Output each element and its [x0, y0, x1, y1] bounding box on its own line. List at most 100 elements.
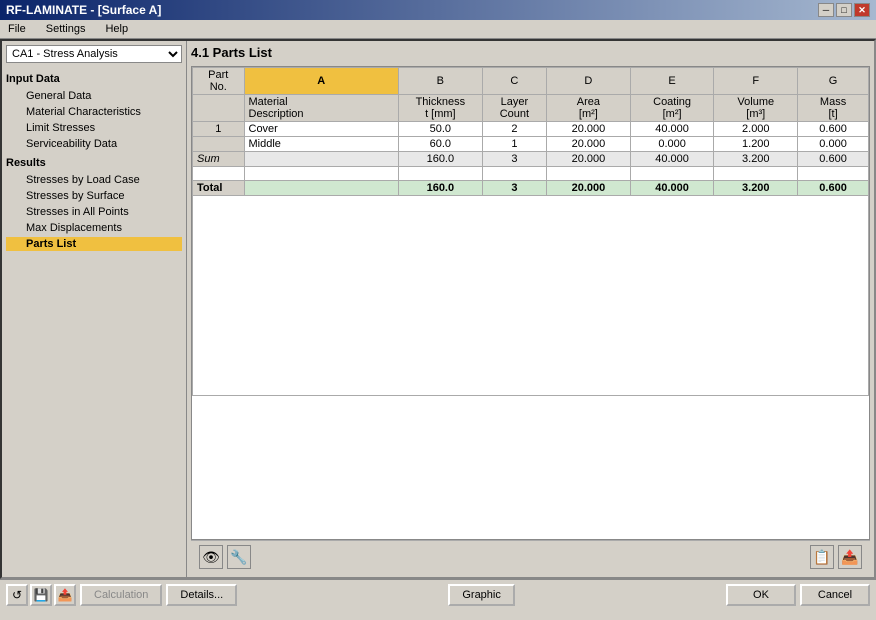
cell-area: 20.000	[547, 137, 631, 152]
sidebar-item-parts-list[interactable]: Parts List	[6, 237, 182, 251]
menu-help[interactable]: Help	[101, 22, 132, 36]
cell-mass: 0.600	[798, 122, 869, 137]
input-data-label: Input Data	[6, 73, 182, 85]
cell-thickness: 60.0	[399, 137, 483, 152]
view-button[interactable]: 👁	[199, 545, 223, 569]
cell-mass: 0.000	[798, 137, 869, 152]
cell-coating: 40.000	[630, 122, 714, 137]
header-col-f: F	[714, 68, 798, 95]
header-coating: Coating[m²]	[630, 95, 714, 122]
export-table-button[interactable]: 📋	[810, 545, 834, 569]
cell-desc	[244, 181, 399, 196]
header-material-desc: MaterialDescription	[244, 95, 399, 122]
header-col-e: E	[630, 68, 714, 95]
table-row: 1 Cover 50.0 2 20.000 40.000 2.000 0.600	[193, 122, 869, 137]
table-bottom-toolbar: 👁 🔧 📋 📤	[191, 540, 870, 573]
cell-thickness: 50.0	[399, 122, 483, 137]
main-container: CA1 - Stress Analysis Input Data General…	[0, 39, 876, 579]
cell-empty	[482, 167, 546, 181]
left-panel: CA1 - Stress Analysis Input Data General…	[2, 41, 187, 577]
cell-volume: 2.000	[714, 122, 798, 137]
graphic-button[interactable]: Graphic	[448, 584, 515, 606]
col-desc-row: MaterialDescription Thicknesst [mm] Laye…	[193, 95, 869, 122]
sidebar-item-serviceability-data[interactable]: Serviceability Data	[6, 137, 182, 151]
sidebar-item-general-data[interactable]: General Data	[6, 89, 182, 103]
cell-volume: 3.200	[714, 152, 798, 167]
header-col-d: D	[547, 68, 631, 95]
menu-settings[interactable]: Settings	[42, 22, 90, 36]
cell-mass: 0.600	[798, 181, 869, 196]
cell-area: 20.000	[547, 181, 631, 196]
cell-empty	[244, 167, 399, 181]
header-col-b: B	[399, 68, 483, 95]
sidebar-item-limit-stresses[interactable]: Limit Stresses	[6, 121, 182, 135]
cell-volume: 3.200	[714, 181, 798, 196]
header-col-g: G	[798, 68, 869, 95]
sidebar-item-stresses-by-load-case[interactable]: Stresses by Load Case	[6, 173, 182, 187]
table-wrapper: PartNo. A B C D E F G MaterialDescriptio…	[191, 66, 870, 540]
section-title: 4.1 Parts List	[191, 45, 870, 60]
cell-coating: 0.000	[630, 137, 714, 152]
menu-file[interactable]: File	[4, 22, 30, 36]
save-button[interactable]: 💾	[30, 584, 52, 606]
title-bar-buttons: ─ □ ✕	[818, 3, 870, 17]
cell-area: 20.000	[547, 152, 631, 167]
details-button[interactable]: Details...	[166, 584, 237, 606]
maximize-button[interactable]: □	[836, 3, 852, 17]
cell-empty-fill	[193, 196, 869, 396]
cell-coating: 40.000	[630, 152, 714, 167]
cell-empty	[714, 167, 798, 181]
right-panel: 4.1 Parts List PartNo. A B C D E F G	[187, 41, 874, 577]
reset-button[interactable]: ↺	[6, 584, 28, 606]
cancel-button[interactable]: Cancel	[800, 584, 870, 606]
window-title: RF-LAMINATE - [Surface A]	[6, 3, 161, 17]
sidebar-item-max-displacements[interactable]: Max Displacements	[6, 221, 182, 235]
sidebar-item-stresses-by-surface[interactable]: Stresses by Surface	[6, 189, 182, 203]
header-col-a: A	[244, 68, 399, 95]
cell-part-no	[193, 137, 245, 152]
tool-button[interactable]: 🔧	[227, 545, 251, 569]
cell-volume: 1.200	[714, 137, 798, 152]
cell-layer-count: 2	[482, 122, 546, 137]
cell-coating: 40.000	[630, 181, 714, 196]
cell-sum-label: Sum	[193, 152, 245, 167]
col-letter-row: PartNo. A B C D E F G	[193, 68, 869, 95]
cell-desc: Middle	[244, 137, 399, 152]
cell-desc	[244, 152, 399, 167]
sidebar-item-stresses-in-all-points[interactable]: Stresses in All Points	[6, 205, 182, 219]
cell-thickness: 160.0	[399, 181, 483, 196]
analysis-dropdown[interactable]: CA1 - Stress Analysis	[6, 45, 182, 63]
table-row: Sum 160.0 3 20.000 40.000 3.200 0.600	[193, 152, 869, 167]
cell-thickness: 160.0	[399, 152, 483, 167]
cell-empty	[547, 167, 631, 181]
calculation-button[interactable]: Calculation	[80, 584, 162, 606]
table-row-empty	[193, 196, 869, 396]
header-thickness: Thicknesst [mm]	[399, 95, 483, 122]
cell-area: 20.000	[547, 122, 631, 137]
results-label: Results	[6, 157, 182, 169]
header-part-no: PartNo.	[193, 68, 245, 95]
cell-part-no: 1	[193, 122, 245, 137]
cell-layer-count: 3	[482, 152, 546, 167]
cell-desc: Cover	[244, 122, 399, 137]
cell-layer-count: 1	[482, 137, 546, 152]
cell-empty	[798, 167, 869, 181]
cell-mass: 0.600	[798, 152, 869, 167]
cell-layer-count: 3	[482, 181, 546, 196]
ok-button[interactable]: OK	[726, 584, 796, 606]
close-button[interactable]: ✕	[854, 3, 870, 17]
menu-bar: File Settings Help	[0, 20, 876, 39]
header-layer-count: LayerCount	[482, 95, 546, 122]
export-button[interactable]: 📤	[54, 584, 76, 606]
cell-empty	[193, 167, 245, 181]
minimize-button[interactable]: ─	[818, 3, 834, 17]
header-col-c: C	[482, 68, 546, 95]
header-mass: Mass[t]	[798, 95, 869, 122]
table-row: Middle 60.0 1 20.000 0.000 1.200 0.000	[193, 137, 869, 152]
bottom-bar: ↺ 💾 📤 Calculation Details... Graphic OK …	[0, 579, 876, 610]
print-button[interactable]: 📤	[838, 545, 862, 569]
sidebar-item-material-characteristics[interactable]: Material Characteristics	[6, 105, 182, 119]
parts-list-table: PartNo. A B C D E F G MaterialDescriptio…	[192, 67, 869, 396]
left-icon-group: ↺ 💾 📤	[6, 584, 76, 606]
table-row-empty	[193, 167, 869, 181]
